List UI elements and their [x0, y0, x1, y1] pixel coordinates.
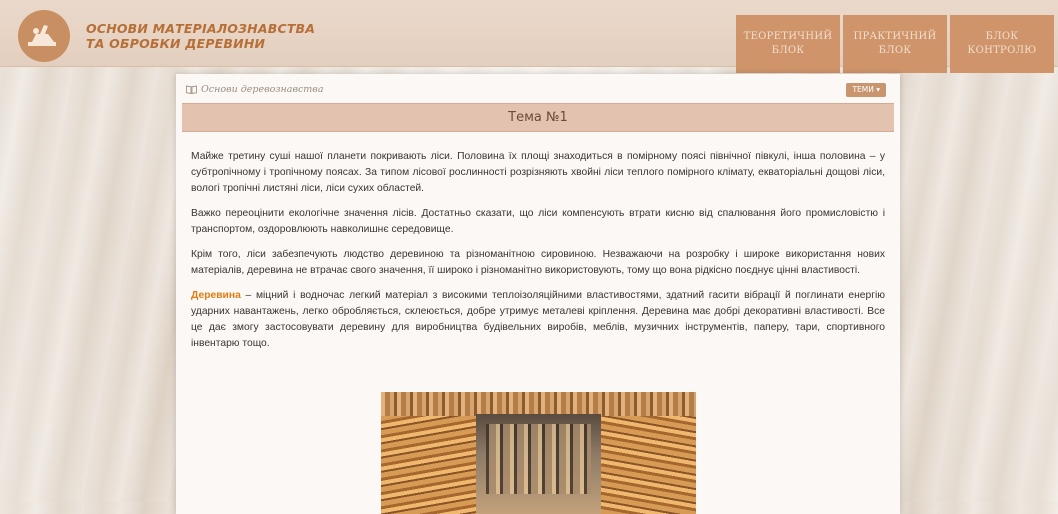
site-title-line2: ТА ОБРОБКИ ДЕРЕВИНИ: [86, 36, 266, 51]
paragraph-3: Крім того, ліси забезпечують людство дер…: [191, 249, 885, 276]
site-header: ОСНОВИ МАТЕРІАЛОЗНАВСТВА ТА ОБРОБКИ ДЕРЕ…: [0, 0, 1058, 73]
nav-control-block[interactable]: БЛОК КОНТРОЛЮ: [950, 15, 1054, 73]
nav-theory-block[interactable]: ТЕОРЕТИЧНИЙ БЛОК: [736, 15, 840, 73]
site-title[interactable]: ОСНОВИ МАТЕРІАЛОЗНАВСТВА ТА ОБРОБКИ ДЕРЕ…: [86, 21, 315, 51]
content-card: Основи деревознавства ТЕМИ ▾ Тема №1 Май…: [176, 74, 900, 514]
site-title-line1: ОСНОВИ МАТЕРІАЛОЗНАВСТВА: [86, 21, 316, 36]
nav-practice-block[interactable]: ПРАКТИЧНИЙ БЛОК: [843, 15, 947, 73]
breadcrumb-label: Основи деревознавства: [201, 84, 324, 95]
highlight-term: Деревина: [191, 290, 241, 301]
article-body: Майже третину суші нашої планети покрива…: [191, 149, 885, 361]
lumber-warehouse-image: [381, 392, 696, 514]
paragraph-1: Майже третину суші нашої планети покрива…: [191, 151, 885, 194]
topics-dropdown-button[interactable]: ТЕМИ ▾: [846, 83, 886, 97]
paragraph-4: Деревина – міцний і водночас легкий мате…: [191, 288, 885, 352]
book-icon: [186, 85, 197, 97]
breadcrumb[interactable]: Основи деревознавства: [186, 84, 324, 97]
page-title: Тема №1: [182, 103, 894, 132]
paragraph-4-text: – міцний і водночас легкий матеріал з ви…: [191, 290, 885, 349]
paragraph-2: Важко переоцінити екологічне значення лі…: [191, 208, 885, 235]
wood-plane-icon[interactable]: [18, 10, 70, 62]
main-nav: ТЕОРЕТИЧНИЙ БЛОК ПРАКТИЧНИЙ БЛОК БЛОК КО…: [736, 15, 1054, 73]
